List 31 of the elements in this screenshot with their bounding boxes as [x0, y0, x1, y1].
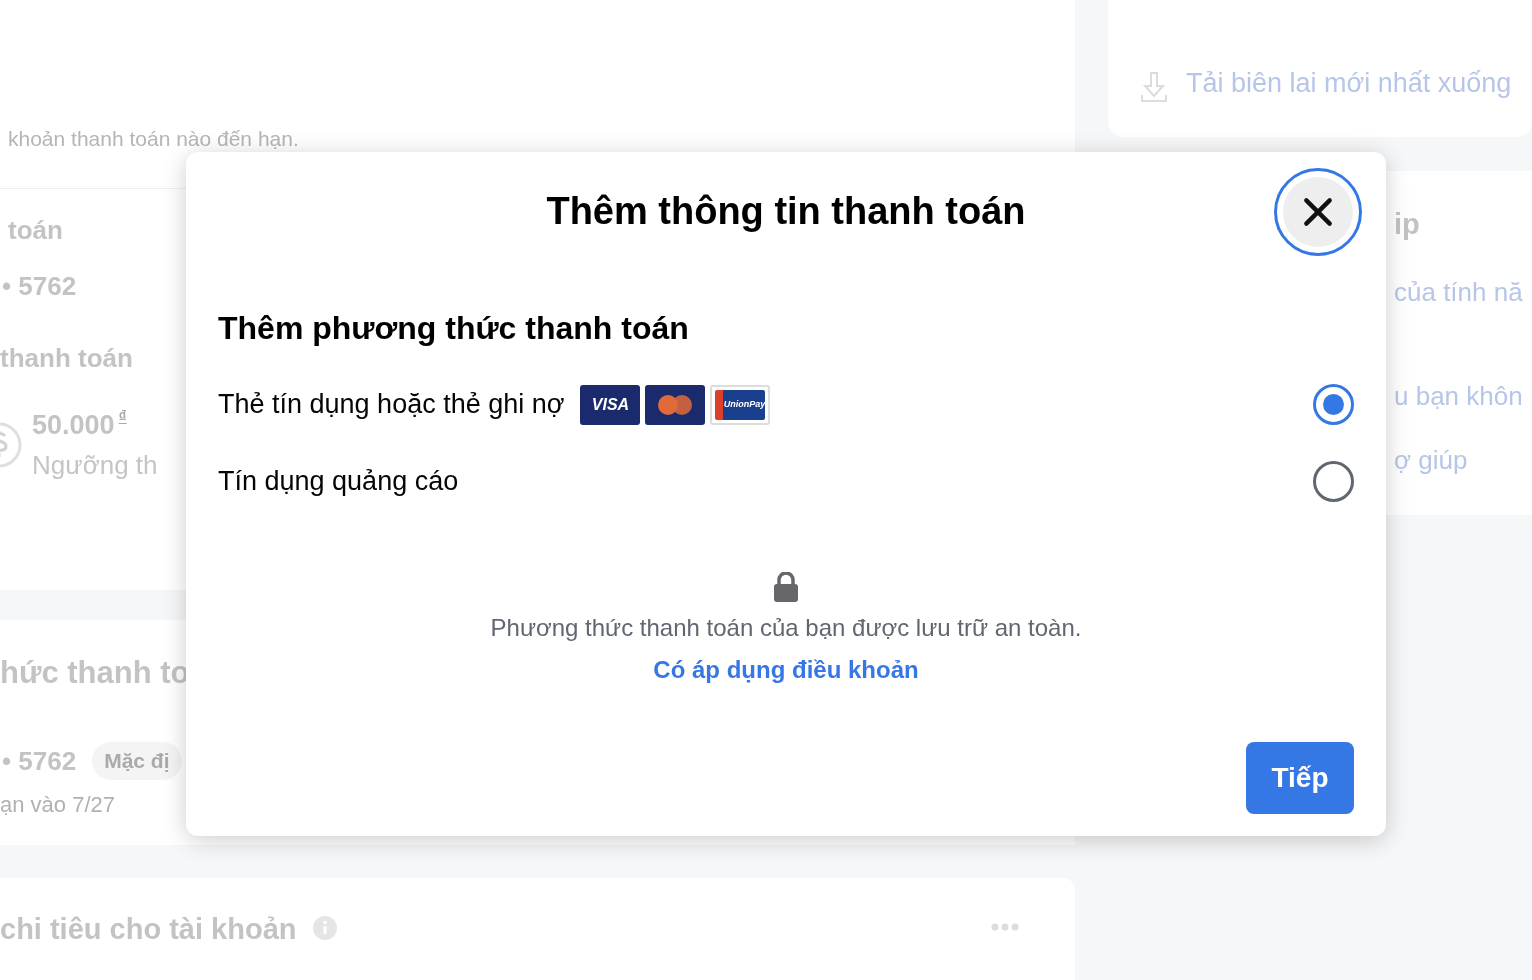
card-number: • 5762 — [1, 744, 77, 778]
next-button[interactable]: Tiếp — [1246, 742, 1354, 814]
radio-button[interactable] — [1313, 384, 1354, 425]
currency: ₫ — [118, 407, 127, 427]
download-icon — [1140, 71, 1168, 103]
terms-link[interactable]: Có áp dụng điều khoản — [653, 652, 919, 688]
info-icon — [312, 916, 337, 940]
card-title: ip — [1394, 207, 1420, 242]
secure-note: Phương thức thanh toán của bạn được lưu trữ an toàn. — [490, 613, 1082, 643]
card-title: toán — [7, 214, 63, 247]
option-label[interactable]: Tín dụng quảng cáo — [218, 461, 459, 502]
default-badge: Mặc đị — [92, 742, 182, 780]
amount: 50.000 — [32, 409, 115, 442]
option-label[interactable]: Thẻ tín dụng hoặc thẻ ghi nợ — [218, 384, 565, 425]
card-number: • 5762 — [1, 270, 77, 303]
due-date: ạn vào 7/27 — [0, 791, 115, 819]
visa-logo: VISA — [580, 384, 641, 425]
threshold-label: Ngưỡng th — [32, 448, 158, 482]
dialog-title: Thêm thông tin thanh toán — [546, 188, 1026, 234]
radio-button[interactable] — [1313, 461, 1354, 502]
close-button[interactable] — [1274, 168, 1362, 256]
card-title: chi tiêu cho tài khoản — [0, 912, 297, 947]
help-text: của tính nă — [1394, 276, 1523, 309]
unionpay-logo: UnionPay — [710, 384, 771, 425]
notice-text: khoản thanh toán nào đến hạn. — [7, 127, 299, 150]
close-icon — [1283, 176, 1353, 248]
section-title: thanh toán — [0, 342, 133, 375]
section-heading: Thêm phương thức thanh toán — [218, 309, 690, 348]
help-text: u bạn khôn — [1394, 380, 1523, 413]
mastercard-logo — [645, 384, 706, 425]
lock-icon — [774, 572, 798, 602]
